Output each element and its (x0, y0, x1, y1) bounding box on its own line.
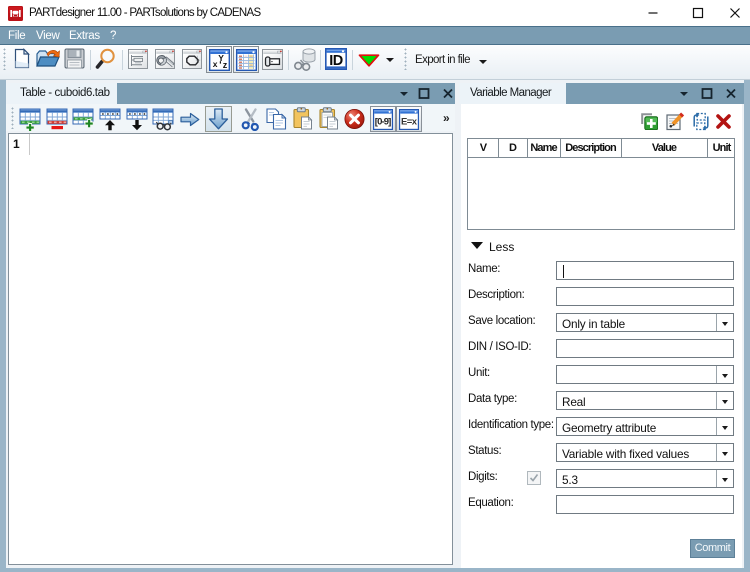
svg-text:z: z (222, 60, 227, 70)
svg-text:x: x (212, 59, 217, 69)
svg-text:[0-9]: [0-9] (375, 116, 392, 127)
svg-text:E=x: E=x (401, 116, 418, 127)
svg-text:ID: ID (329, 53, 343, 69)
